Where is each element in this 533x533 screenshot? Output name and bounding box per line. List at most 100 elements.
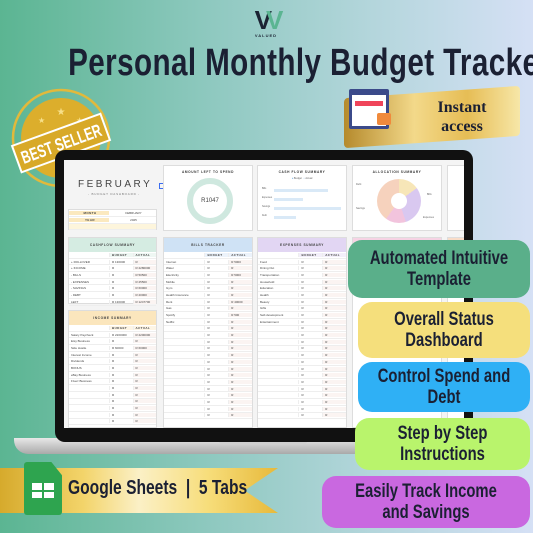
table-cell[interactable]: R <box>228 366 252 371</box>
table-cell[interactable]: R 1247700 <box>132 299 156 304</box>
table-cell[interactable]: Household <box>258 280 298 284</box>
table-cell[interactable]: Salary Paycheck <box>69 333 109 337</box>
table-cell[interactable]: R <box>204 319 228 324</box>
table-cell[interactable]: Rent <box>164 300 204 304</box>
table-cell[interactable]: R <box>298 286 322 291</box>
table-cell[interactable]: R <box>228 359 252 364</box>
table-cell[interactable]: R <box>109 292 132 297</box>
table-cell[interactable]: R 40000 <box>228 299 252 304</box>
table-cell[interactable]: Health Insurance <box>164 293 204 297</box>
table-cell[interactable]: Netflix <box>164 320 204 324</box>
year-dropdown[interactable]: 2025 <box>109 218 156 222</box>
table-cell[interactable]: R <box>204 272 228 277</box>
table-cell[interactable]: R <box>132 352 156 357</box>
table-cell[interactable]: R <box>228 413 252 418</box>
table-cell[interactable]: eBay Business <box>69 373 109 377</box>
table-cell[interactable]: R <box>322 353 346 358</box>
table-cell[interactable]: R <box>228 379 252 384</box>
table-cell[interactable]: R <box>204 413 228 418</box>
table-cell[interactable]: R <box>322 393 346 398</box>
table-cell[interactable]: R <box>322 259 346 264</box>
table-cell[interactable]: R <box>298 393 322 398</box>
table-cell[interactable]: + INCOME <box>69 266 109 270</box>
table-cell[interactable]: R <box>298 413 322 418</box>
table-cell[interactable]: R <box>204 373 228 378</box>
table-cell[interactable]: R <box>322 346 346 351</box>
table-cell[interactable]: Fiverr Business <box>69 379 109 383</box>
table-cell[interactable]: R <box>298 346 322 351</box>
table-cell[interactable]: R <box>204 306 228 311</box>
table-cell[interactable]: R 60000 <box>132 345 156 350</box>
table-cell[interactable]: R <box>228 333 252 338</box>
table-cell[interactable]: R <box>228 306 252 311</box>
table-cell[interactable]: Transportation <box>258 273 298 277</box>
table-cell[interactable]: R <box>132 359 156 364</box>
table-cell[interactable]: R <box>298 333 322 338</box>
table-cell[interactable]: R <box>204 379 228 384</box>
table-cell[interactable]: Water <box>164 266 204 270</box>
table-cell[interactable]: R <box>298 326 322 331</box>
table-cell[interactable]: R <box>204 266 228 271</box>
table-cell[interactable]: R <box>322 399 346 404</box>
table-cell[interactable]: - BILLS <box>69 273 109 277</box>
table-cell[interactable]: R 500 <box>228 313 252 318</box>
table-cell[interactable]: - DEBT <box>69 293 109 297</box>
table-cell[interactable]: R <box>132 399 156 404</box>
table-cell[interactable]: R <box>204 406 228 411</box>
table-cell[interactable]: R <box>322 272 346 277</box>
table-cell[interactable]: Gas <box>164 306 204 310</box>
table-cell[interactable]: Mobile <box>164 280 204 284</box>
table-cell[interactable]: R <box>132 406 156 411</box>
table-cell[interactable]: R <box>204 286 228 291</box>
table-cell[interactable]: R <box>322 339 346 344</box>
table-cell[interactable]: Side Hustle <box>69 346 109 350</box>
table-cell[interactable]: Food <box>258 260 298 264</box>
table-cell[interactable]: R <box>204 346 228 351</box>
table-cell[interactable]: R <box>298 406 322 411</box>
table-cell[interactable]: R <box>298 353 322 358</box>
table-cell[interactable]: R <box>298 379 322 384</box>
table-cell[interactable]: R <box>298 373 322 378</box>
table-cell[interactable]: R <box>132 386 156 391</box>
table-cell[interactable]: R <box>109 386 132 391</box>
table-cell[interactable]: R <box>322 313 346 318</box>
table-cell[interactable]: LEFT <box>69 300 109 304</box>
table-cell[interactable]: R <box>228 393 252 398</box>
table-cell[interactable]: R <box>132 259 156 264</box>
table-cell[interactable]: R 5000 <box>228 272 252 277</box>
table-cell[interactable]: R <box>322 292 346 297</box>
table-cell[interactable]: R <box>228 399 252 404</box>
table-cell[interactable]: R <box>109 406 132 411</box>
table-cell[interactable]: R <box>322 286 346 291</box>
table-cell[interactable]: Etsy Business <box>69 339 109 343</box>
table-cell[interactable]: R <box>322 266 346 271</box>
table-cell[interactable]: Dining Out <box>258 266 298 270</box>
table-cell[interactable]: R <box>109 272 132 277</box>
table-cell[interactable]: R <box>228 266 252 271</box>
table-cell[interactable]: R <box>204 339 228 344</box>
table-cell[interactable]: R <box>298 292 322 297</box>
table-cell[interactable]: R <box>132 392 156 397</box>
table-cell[interactable]: R <box>322 386 346 391</box>
table-cell[interactable]: R <box>132 419 156 424</box>
table-cell[interactable]: R <box>322 326 346 331</box>
table-cell[interactable]: R <box>204 313 228 318</box>
table-cell[interactable]: R <box>298 399 322 404</box>
table-cell[interactable]: R <box>109 392 132 397</box>
table-cell[interactable]: Beauty <box>258 300 298 304</box>
table-cell[interactable]: R <box>109 352 132 357</box>
table-cell[interactable]: R <box>228 319 252 324</box>
table-cell[interactable]: R <box>132 365 156 370</box>
table-cell[interactable]: R 60000 <box>109 345 132 350</box>
table-cell[interactable]: - EXPENSES <box>69 280 109 284</box>
table-cell[interactable]: R <box>228 286 252 291</box>
table-cell[interactable]: R 2200000 <box>109 332 132 337</box>
table-cell[interactable]: R <box>204 299 228 304</box>
table-cell[interactable]: R <box>322 279 346 284</box>
table-cell[interactable]: R <box>109 372 132 377</box>
table-cell[interactable]: Electricity <box>164 273 204 277</box>
table-cell[interactable]: R <box>109 412 132 417</box>
table-cell[interactable]: Education <box>258 286 298 290</box>
table-cell[interactable]: R <box>204 353 228 358</box>
table-cell[interactable]: R <box>322 333 346 338</box>
